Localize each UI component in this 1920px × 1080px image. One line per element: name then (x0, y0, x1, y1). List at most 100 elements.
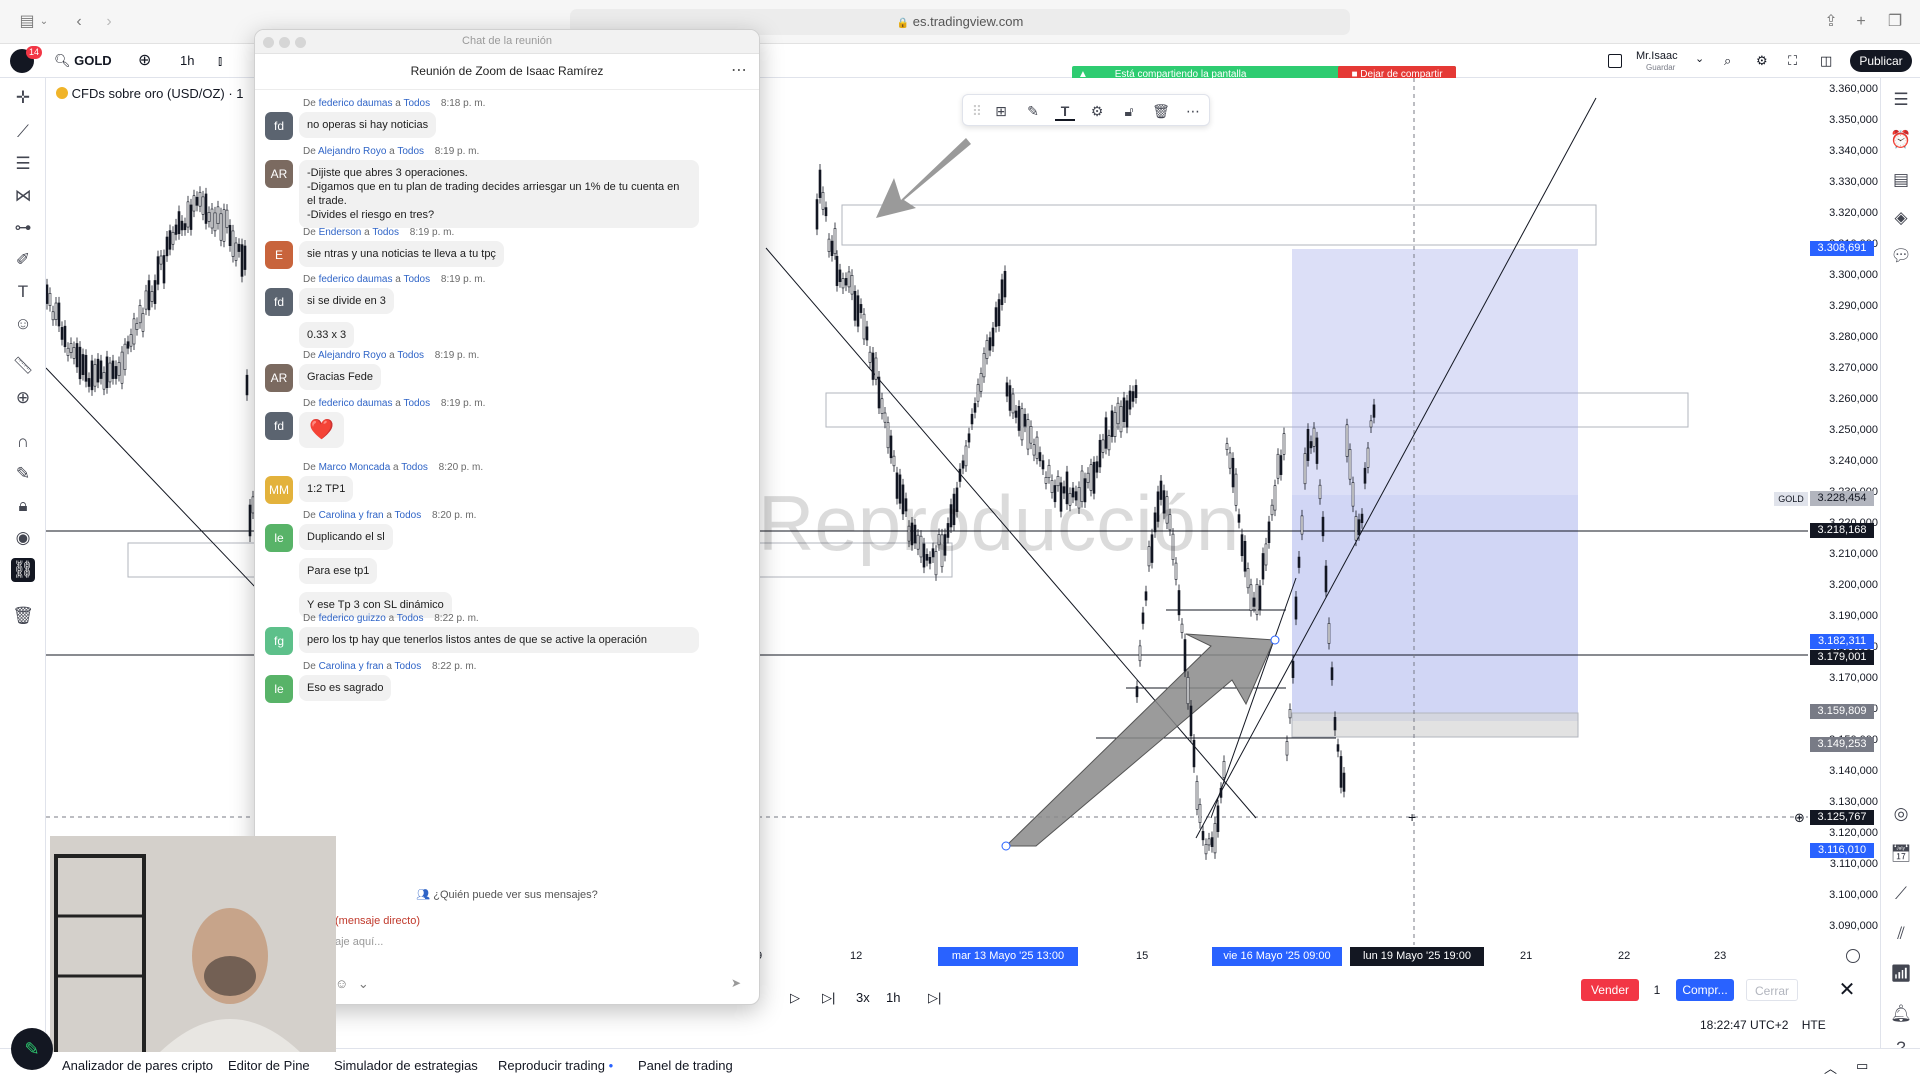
trash-icon[interactable]: 🗑︎ (11, 604, 35, 628)
settings-icon[interactable]: ⚙ (1087, 101, 1107, 121)
emoji-tool-icon[interactable]: ☺ (11, 312, 35, 336)
save-label[interactable]: Guardar (1646, 63, 1675, 72)
emoji-reaction-icon[interactable]: ☺ (335, 976, 348, 991)
sender-name[interactable]: federico daumas (319, 274, 393, 285)
drag-handle-icon[interactable]: ⠿ (967, 101, 987, 121)
recipient-name[interactable]: Todos (397, 350, 424, 361)
long-position-entry-zone[interactable] (1292, 495, 1578, 721)
quantity-input[interactable]: 1 (1648, 979, 1666, 1001)
avatar[interactable]: fd (265, 288, 293, 316)
alerts-clock-icon[interactable]: ⏰ (1889, 128, 1913, 152)
drawn-arrow-small[interactable] (876, 138, 971, 218)
template-icon[interactable]: ⊞ (991, 101, 1011, 121)
sender-name[interactable]: Carolina y fran (319, 510, 384, 521)
close-replay-icon[interactable]: ✕ (1836, 979, 1858, 1001)
fullscreen-icon[interactable]: ⛶ (1788, 51, 1797, 71)
collapse-panel-icon[interactable]: ︿ (1824, 1058, 1837, 1077)
recipient-name[interactable]: Todos (397, 613, 424, 624)
recipient-name[interactable]: Todos (401, 462, 428, 473)
sender-name[interactable]: federico daumas (319, 98, 393, 109)
bell-icon[interactable]: 🔔︎ (1889, 1002, 1913, 1026)
recipient-name[interactable]: Todos (372, 227, 399, 238)
maximize-panel-icon[interactable]: ▭ (1856, 1058, 1868, 1074)
avatar[interactable]: MM (265, 476, 293, 504)
long-position-target-zone[interactable] (1292, 249, 1578, 495)
forward-icon[interactable]: › (98, 12, 120, 32)
sell-button[interactable]: Vender (1581, 979, 1639, 1001)
layout-icon[interactable] (1608, 54, 1622, 68)
clock-time[interactable]: 18:22:47 UTC+2 (1700, 1018, 1788, 1032)
stay-drawing-icon[interactable]: ✎ (11, 462, 35, 486)
recipient-name[interactable]: Todos (403, 274, 430, 285)
color-fill-icon[interactable]: ✎ (1023, 101, 1043, 121)
arrow-handle-end[interactable] (1270, 635, 1280, 645)
tab-strategy-tester[interactable]: Simulador de estrategias (334, 1058, 478, 1073)
avatar[interactable]: le (265, 524, 293, 552)
publish-button[interactable]: Publicar (1850, 50, 1912, 72)
sender-name[interactable]: federico guizzo (319, 613, 386, 624)
recipient-name[interactable]: Todos (397, 146, 424, 157)
zoom-in-icon[interactable]: ⊕ (11, 386, 35, 410)
tab-pine-editor[interactable]: Editor de Pine (228, 1058, 310, 1073)
pattern-tool-icon[interactable]: ⋈ (11, 184, 35, 208)
timezone-icon[interactable] (1846, 949, 1860, 963)
more-options-icon[interactable]: ⋯ (731, 60, 747, 80)
chevron-down-icon[interactable]: ⌄ (1695, 52, 1704, 65)
avatar[interactable]: AR (265, 364, 293, 392)
share-icon[interactable]: ⇪ (1820, 12, 1842, 32)
tab-crypto-pairs[interactable]: Analizador de pares cripto (62, 1058, 213, 1073)
trash-icon[interactable]: 🗑︎ (1151, 101, 1171, 121)
symbol-search-button[interactable]: 🔍︎ GOLD (54, 51, 112, 71)
more-icon[interactable]: ⋯ (1183, 101, 1203, 121)
ruler-icon[interactable]: 📏︎ (11, 354, 35, 378)
arrow-handle-start[interactable] (1001, 841, 1011, 851)
sender-name[interactable]: Carolina y fran (319, 661, 384, 672)
sender-name[interactable]: Marco Moncada (319, 462, 391, 473)
crosshair-tool-icon[interactable]: ✛ (11, 86, 35, 110)
tab-trading-panel[interactable]: Panel de trading (638, 1058, 733, 1073)
add-alert-icon[interactable]: ⊕ (1792, 810, 1807, 825)
sender-name[interactable]: Alejandro Royo (318, 350, 386, 361)
fib-tool-icon[interactable]: ☰ (11, 152, 35, 176)
avatar[interactable]: le (265, 675, 293, 703)
compare-add-icon[interactable]: ⊕ (138, 51, 151, 71)
recipient-name[interactable]: Todos (395, 510, 422, 521)
projection-tool-icon[interactable]: ⊶ (11, 216, 35, 240)
new-tab-icon[interactable]: + (1850, 12, 1872, 32)
symbol-title[interactable]: CFDs sobre oro (USD/OZ) · 1 (56, 86, 244, 101)
lock-icon[interactable]: 🔓︎ (1119, 101, 1139, 121)
close-position-button[interactable]: Cerrar (1746, 979, 1798, 1001)
sync-drawings-icon[interactable]: ⛓ (11, 558, 35, 582)
settings-gear-icon[interactable]: ⚙ (1756, 51, 1768, 71)
line-tool-icon[interactable]: ⟋ (11, 120, 35, 144)
speed-button[interactable]: 3x (856, 990, 870, 1005)
trend-tool-icon[interactable]: ⫽ (1889, 922, 1913, 946)
send-icon[interactable]: ➤ (731, 976, 741, 990)
recipient-name[interactable]: Todos (403, 398, 430, 409)
watchlist-icon[interactable]: ☰ (1889, 88, 1913, 112)
signal-icon[interactable]: 📶︎ (1889, 962, 1913, 986)
lock-drawings-icon[interactable]: 🔒︎ (11, 494, 35, 518)
sender-name[interactable]: federico daumas (319, 398, 393, 409)
object-tree-icon[interactable]: ▤ (1889, 168, 1913, 192)
jump-to-realtime-icon[interactable]: ▷| (928, 990, 941, 1006)
step-forward-icon[interactable]: ▷| (822, 990, 835, 1006)
camera-icon[interactable]: ◫ (1820, 51, 1832, 71)
back-icon[interactable]: ‹ (68, 12, 90, 32)
avatar[interactable]: E (265, 241, 293, 269)
sender-name[interactable]: Alejandro Royo (318, 146, 386, 157)
avatar[interactable]: fd (265, 412, 293, 440)
chat-input[interactable]: aje aquí... (335, 936, 383, 948)
candles-icon[interactable]: ⫾ (218, 51, 222, 71)
recipient-name[interactable]: Todos (395, 661, 422, 672)
hide-drawings-icon[interactable]: ◉ (11, 526, 35, 550)
trendline-left[interactable] (46, 367, 257, 589)
chat-message-list[interactable]: fd De federico daumas a Todos 8:18 p. m. n… (255, 90, 759, 898)
target-icon[interactable]: ◎ (1889, 802, 1913, 826)
chevron-down-icon[interactable]: ⌄ (38, 12, 50, 32)
user-name[interactable]: Mr.Isaac (1636, 50, 1678, 62)
chevron-down-icon[interactable]: ⌄ (358, 976, 369, 991)
layers-icon[interactable]: ◈ (1889, 206, 1913, 230)
text-tool-icon[interactable]: T (11, 280, 35, 304)
calendar-icon[interactable]: 📅︎ (1889, 842, 1913, 866)
